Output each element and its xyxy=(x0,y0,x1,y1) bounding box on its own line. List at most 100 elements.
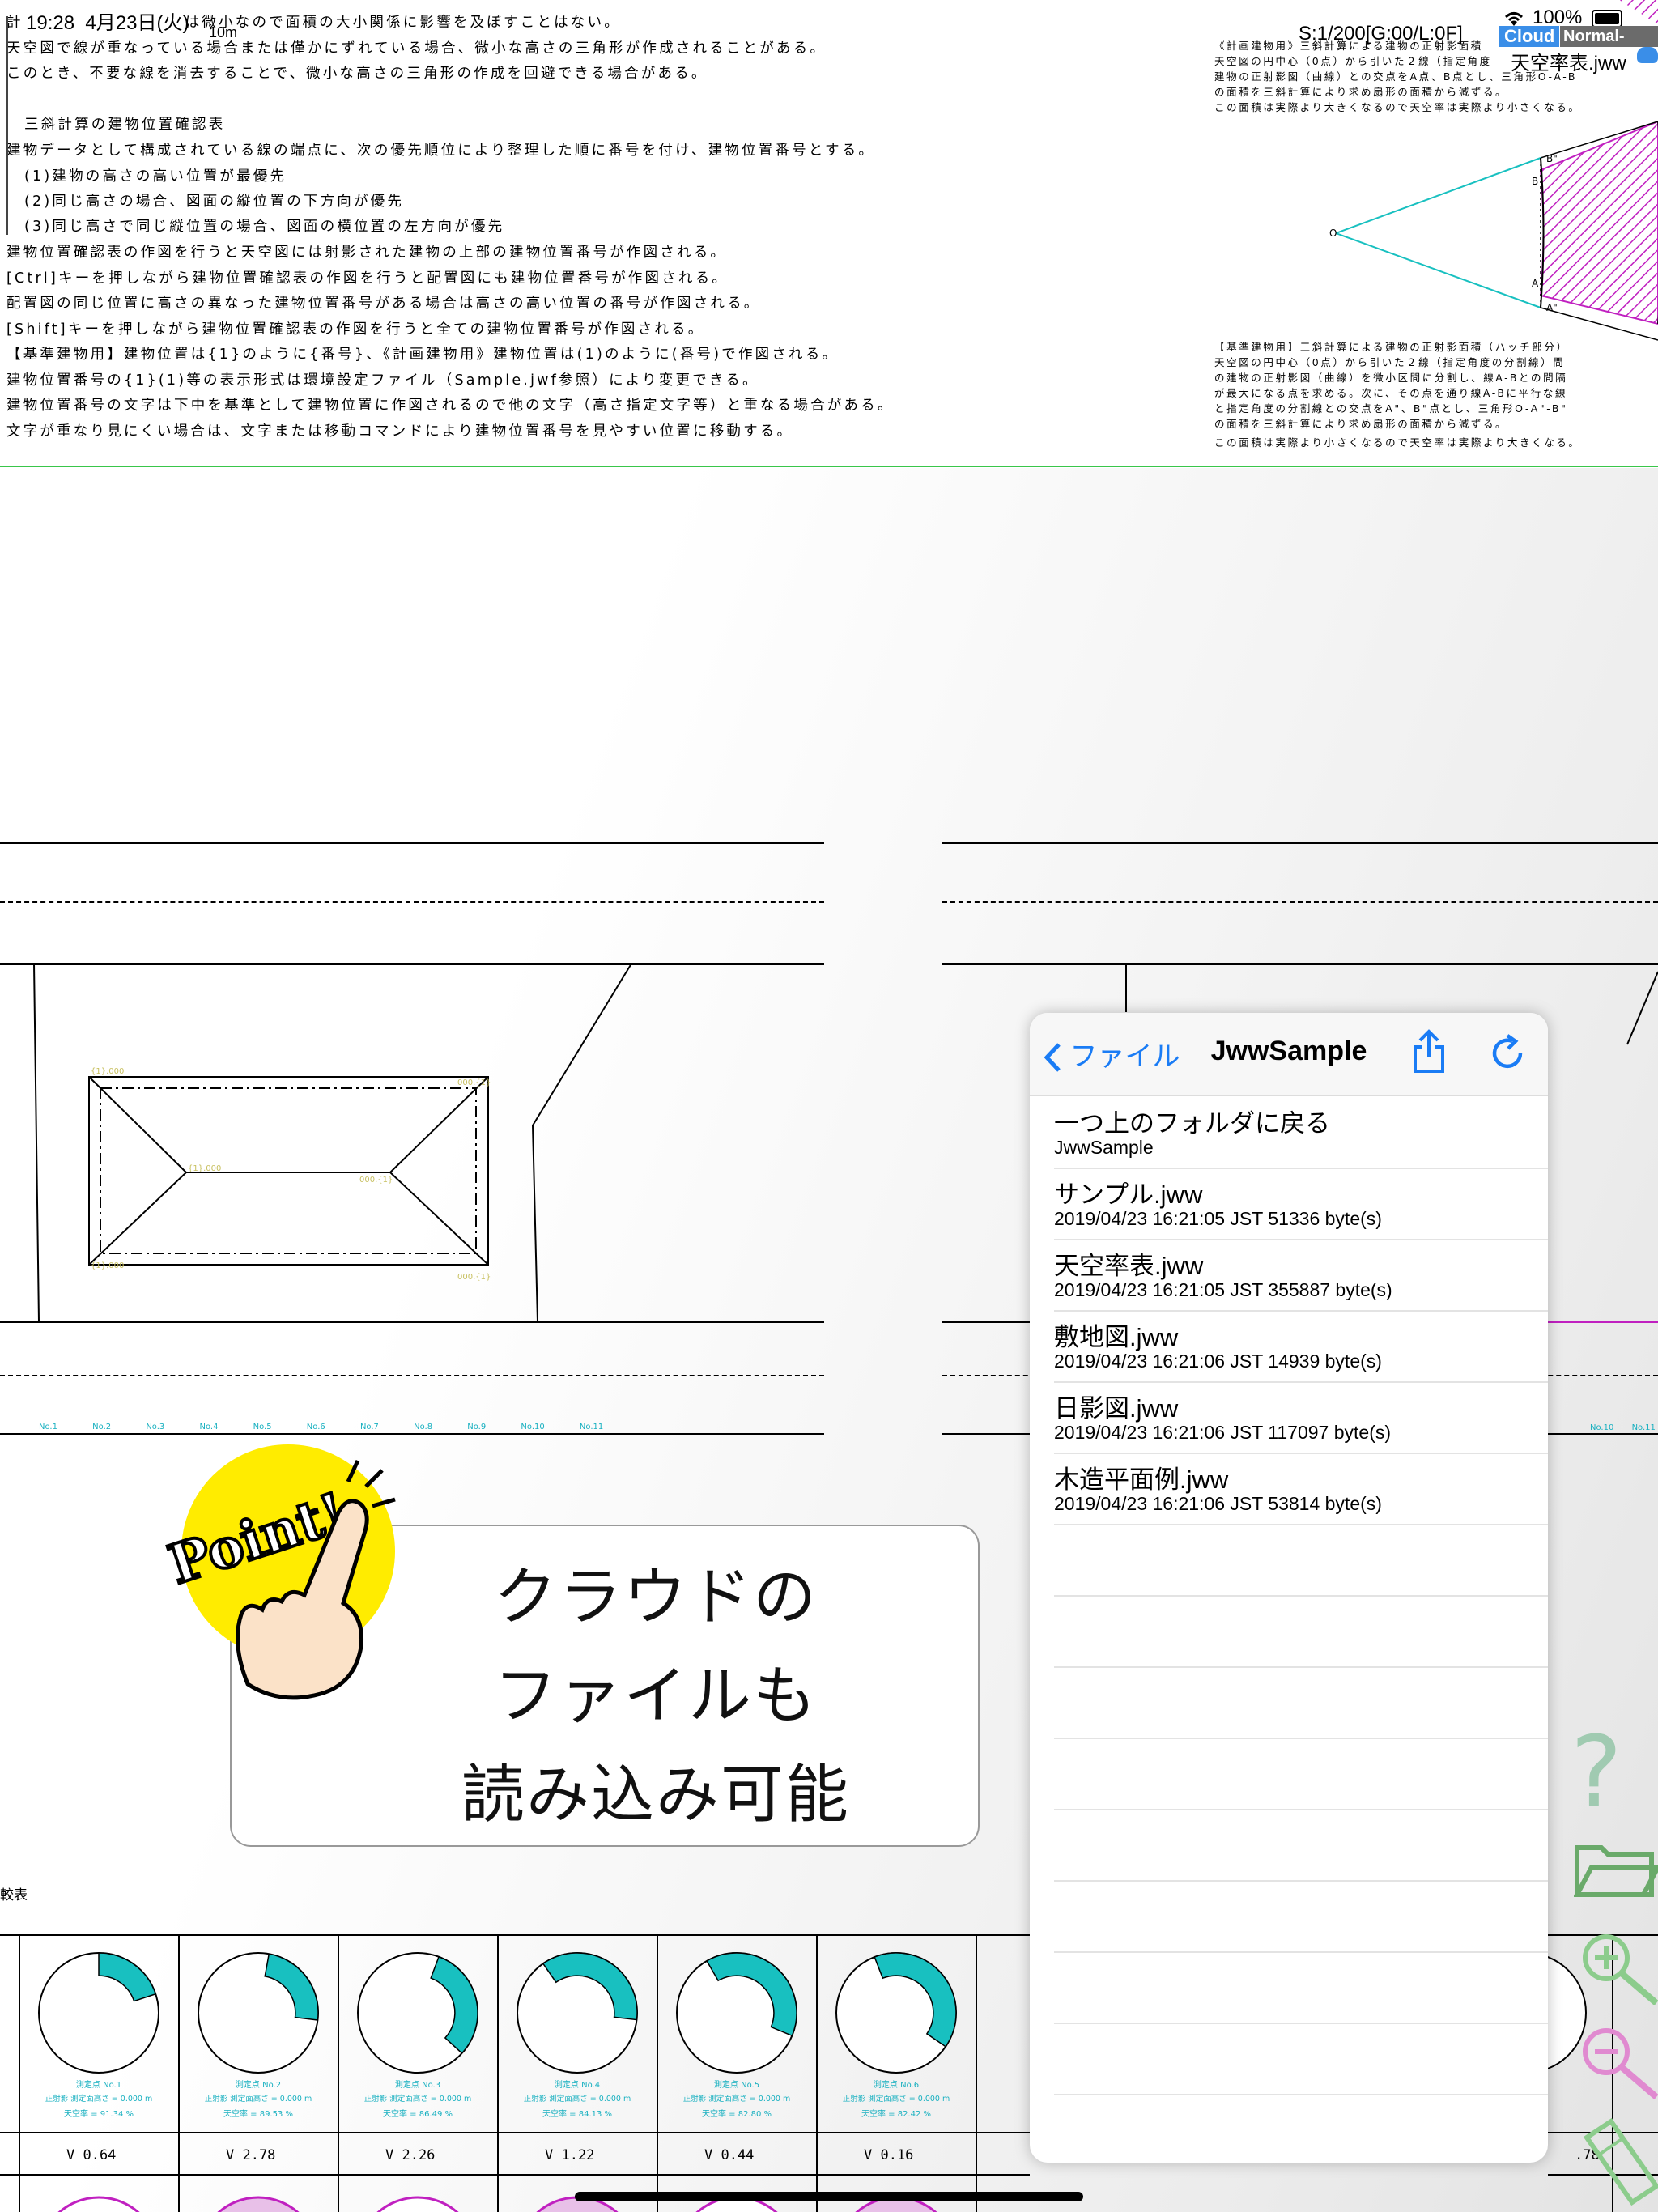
zoom-out-icon[interactable] xyxy=(1579,2024,1658,2099)
right-note-line: の面積を三斜計算により求め扇形の面積から減ずる。 xyxy=(1214,418,1508,430)
pen-tool-icon[interactable] xyxy=(1579,2113,1658,2212)
home-indicator[interactable] xyxy=(575,2192,1083,2201)
list-item-meta: 2019/04/23 16:21:05 JST 51336 byte(s) xyxy=(1054,1208,1382,1229)
list-item-file[interactable]: サンプル.jww 2019/04/23 16:21:05 JST 51336 b… xyxy=(1054,1168,1548,1240)
list-item-file[interactable]: 敷地図.jww 2019/04/23 16:21:06 JST 14939 by… xyxy=(1054,1310,1548,1383)
right-note-line: この面積は実際より小さくなるので天空率は実際より大きくなる。 xyxy=(1214,436,1581,449)
label-b2: B" xyxy=(1546,153,1558,164)
list-item-file[interactable]: 天空率表.jww 2019/04/23 16:21:05 JST 355887 … xyxy=(1054,1239,1548,1312)
status-time: 19:28 4月23日(火) xyxy=(26,12,189,34)
list-item-name: 木造平面例.jww xyxy=(1054,1465,1229,1494)
list-item-parent-folder[interactable]: 一つ上のフォルダに戻る JwwSample xyxy=(1054,1096,1548,1169)
gauge-value: V 0.64 xyxy=(66,2147,117,2163)
gauge-detail: 天空率 = 86.49 % xyxy=(382,2110,453,2119)
cloud-badge[interactable]: Cloud xyxy=(1499,26,1560,47)
gauge-detail: 天空率 = 89.53 % xyxy=(223,2110,294,2119)
gauge-value: V 1.22 xyxy=(545,2147,595,2163)
scale-info[interactable]: S:1/200[G:00/L:0F] xyxy=(1299,23,1463,45)
doc-line: 建物位置確認表の作図を行うと天空図には射影された建物の上部の建物位置番号が作図さ… xyxy=(6,245,728,261)
list-item-meta: 2019/04/23 16:21:05 JST 355887 byte(s) xyxy=(1054,1279,1392,1300)
list-item-file[interactable]: 日影図.jww 2019/04/23 16:21:06 JST 117097 b… xyxy=(1054,1381,1548,1454)
right-note-line: の建物の正射影図（曲線）を微小区間に分割し、線A-Bとの間隔 xyxy=(1214,372,1568,384)
point-badge-icon: Point! xyxy=(159,1444,396,1700)
point-labels: No.1 No.2 No.3 No.4 No.5 No.6 No.7 No.8 … xyxy=(39,1423,604,1431)
share-icon[interactable] xyxy=(1412,1029,1446,1074)
doc-line: (1)建物の高さの高い位置が最優先 xyxy=(24,168,287,185)
doc-heading: 三斜計算の建物位置確認表 xyxy=(24,117,226,133)
gauge-detail: 正射影 測定面高さ = 0.000 m xyxy=(523,2095,631,2104)
doc-line: 天空図で線が重なっている場合または僅かにずれている場合、微小な高さの三角形が作成… xyxy=(6,40,827,57)
gauge-value: V 0.16 xyxy=(864,2147,914,2163)
label-a2: A" xyxy=(1546,302,1558,313)
empty-row-divider xyxy=(1054,1951,1548,1953)
gauge-circle-next xyxy=(217,2196,300,2212)
table-caption: 較表 xyxy=(0,1887,28,1904)
list-item-name: 日影図.jww xyxy=(1054,1394,1179,1423)
doc-line: このとき、不要な線を消去することで、微小な高さの三角形の作成を回避できる場合があ… xyxy=(6,66,708,82)
gauge-label: 測定点 No.1 xyxy=(75,2081,122,2090)
gauge-value: V 0.44 xyxy=(704,2147,755,2163)
gauge-circle-next xyxy=(376,2196,459,2212)
list-item-meta: JwwSample xyxy=(1054,1137,1154,1158)
doc-line: 配置図の同じ位置に高さの異なった建物位置番号がある場合は高さの高い位置の番号が作… xyxy=(6,296,761,312)
refresh-icon[interactable] xyxy=(1490,1034,1527,1071)
page-boundary-line xyxy=(0,466,1658,467)
doc-line: (2)同じ高さの場合、図面の縦位置の下方向が優先 xyxy=(24,194,405,210)
list-item-meta: 2019/04/23 16:21:06 JST 117097 byte(s) xyxy=(1054,1422,1392,1443)
list-item-name: 一つ上のフォルダに戻る xyxy=(1054,1109,1330,1138)
doc-line: 文字が重なり見にくい場合は、文字または移動コマンドにより建物位置番号を見やすい位… xyxy=(6,423,794,440)
list-item-name: 敷地図.jww xyxy=(1054,1323,1179,1351)
gauge-value: V 2.78 xyxy=(226,2147,276,2163)
empty-row-divider xyxy=(1054,2023,1548,2024)
left-margin-rule xyxy=(6,16,8,235)
empty-row-divider xyxy=(1054,2094,1548,2095)
doc-line: 建物データとして構成されている線の端点に、次の優先順位により整理した順に番号を付… xyxy=(6,143,876,159)
help-icon[interactable]: ? xyxy=(1571,1725,1622,1822)
svg-text:{1}.000: {1}.000 xyxy=(188,1164,221,1173)
cloud-icon[interactable] xyxy=(1637,47,1658,63)
right-note-line: が最大になる点を求める。次に、その点を通り線A-Bに平行な線 xyxy=(1214,387,1568,399)
folder-icon[interactable] xyxy=(1574,1838,1658,1903)
file-panel-navbar: ファイル JwwSample xyxy=(1030,1013,1548,1096)
current-file-name: 天空率表.jww xyxy=(1511,53,1626,74)
list-item-name: サンプル.jww xyxy=(1054,1180,1203,1209)
file-browser-panel: ファイル JwwSample 一つ上のフォルダに戻る JwwSample サンプ… xyxy=(1030,1013,1548,2163)
gauge-label: 測定点 No.2 xyxy=(235,2081,282,2090)
gauge-detail: 正射影 測定面高さ = 0.000 m xyxy=(363,2095,472,2104)
label-o: O xyxy=(1329,228,1337,239)
doc-line: [Shift]キーを押しながら建物位置確認表の作図を行うと全ての建物位置番号が作… xyxy=(6,321,705,338)
svg-text:000.{1}: 000.{1} xyxy=(457,1078,491,1087)
empty-row-divider xyxy=(1054,1809,1548,1810)
empty-row-divider xyxy=(1054,1880,1548,1882)
gauge-detail: 天空率 = 82.42 % xyxy=(861,2110,932,2119)
gauge-detail: 正射影 測定面高さ = 0.000 m xyxy=(204,2095,312,2104)
svg-text:000.{1}: 000.{1} xyxy=(359,1176,393,1185)
battery-icon xyxy=(1592,10,1622,28)
gauge-circle-next xyxy=(57,2196,140,2212)
gauge-label: 測定点 No.4 xyxy=(554,2081,601,2090)
svg-text:{1}.000: {1}.000 xyxy=(91,1261,124,1270)
gauge-label: 測定点 No.3 xyxy=(394,2081,441,2090)
svg-text:000.{1}: 000.{1} xyxy=(457,1273,491,1282)
list-item-file[interactable]: 木造平面例.jww 2019/04/23 16:21:06 JST 53814 … xyxy=(1054,1453,1548,1525)
gauge-detail: 天空率 = 84.13 % xyxy=(542,2110,613,2119)
doc-line: (3)同じ高さで同じ縦位置の場合、図面の横位置の左方向が優先 xyxy=(24,219,505,235)
gauge-detail: 正射影 測定面高さ = 0.000 m xyxy=(45,2095,153,2104)
gauge-label: 測定点 No.6 xyxy=(873,2081,920,2090)
empty-row-divider xyxy=(1054,1738,1548,1739)
label-b: B xyxy=(1532,176,1538,187)
gauge-value: V 2.26 xyxy=(385,2147,436,2163)
doc-line: [Ctrl]キーを押しながら建物位置確認表の作図を行うと配置図にも建物位置番号が… xyxy=(6,270,729,287)
empty-row-divider xyxy=(1054,1595,1548,1597)
point-callout-line2: ファイルも xyxy=(493,1660,818,1733)
doc-line: 建物位置番号の文字は下中を基準として建物位置に作図されるので他の文字（高さ指定文… xyxy=(6,398,895,414)
point-callout-line3: 読み込み可能 xyxy=(461,1759,850,1831)
zoom-in-icon[interactable] xyxy=(1579,1930,1658,2005)
list-item-name: 天空率表.jww xyxy=(1054,1252,1204,1280)
svg-text:{1}.000: {1}.000 xyxy=(91,1067,124,1076)
file-panel-title: JwwSample xyxy=(1210,1036,1367,1066)
gauge-detail: 天空率 = 82.80 % xyxy=(701,2110,772,2119)
empty-row-divider xyxy=(1054,1666,1548,1668)
mode-badge[interactable]: Normal-Mode xyxy=(1560,26,1658,66)
doc-line: 【基準建物用】建物位置は{1}のように{番号}、《計画建物用》建物位置は(1)の… xyxy=(6,347,840,363)
